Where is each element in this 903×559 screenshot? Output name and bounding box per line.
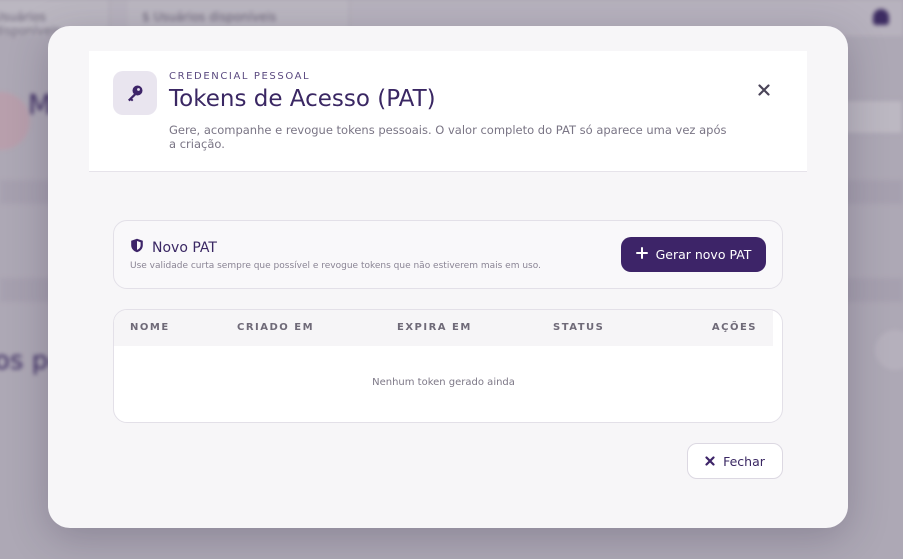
table-header: NOME CRIADO EM EXPIRA EM STATUS AÇÕES <box>114 310 773 346</box>
plus-icon <box>635 247 648 262</box>
column-header-expira-em: EXPIRA EM <box>397 322 472 333</box>
empty-state-message: Nenhum token gerado ainda <box>372 377 515 388</box>
new-pat-hint: Use validade curta sempre que possível e… <box>130 261 541 271</box>
column-header-acoes: AÇÕES <box>711 322 757 333</box>
column-header-criado-em: CRIADO EM <box>237 322 315 333</box>
column-header-nome: NOME <box>130 322 170 333</box>
shield-icon <box>130 238 144 257</box>
generate-pat-label: Gerar novo PAT <box>655 247 752 262</box>
new-pat-title: Novo PAT <box>152 239 217 256</box>
tokens-table: NOME CRIADO EM EXPIRA EM STATUS AÇÕES Ne… <box>113 309 783 423</box>
modal-title: Tokens de Acesso (PAT) <box>169 86 436 112</box>
column-header-status: STATUS <box>553 322 605 333</box>
key-icon <box>113 71 157 115</box>
new-pat-title-row: Novo PAT <box>130 238 217 257</box>
generate-pat-button[interactable]: Gerar novo PAT <box>621 237 766 272</box>
close-icon[interactable] <box>753 79 775 101</box>
close-icon <box>705 454 715 469</box>
close-button-label: Fechar <box>723 453 765 469</box>
pat-modal: CREDENCIAL PESSOAL Tokens de Acesso (PAT… <box>48 26 848 528</box>
new-pat-card: Novo PAT Use validade curta sempre que p… <box>113 220 783 289</box>
modal-eyebrow: CREDENCIAL PESSOAL <box>169 71 311 82</box>
modal-header: CREDENCIAL PESSOAL Tokens de Acesso (PAT… <box>89 51 807 172</box>
modal-description: Gere, acompanhe e revogue tokens pessoai… <box>169 123 727 151</box>
close-button[interactable]: Fechar <box>687 443 783 479</box>
